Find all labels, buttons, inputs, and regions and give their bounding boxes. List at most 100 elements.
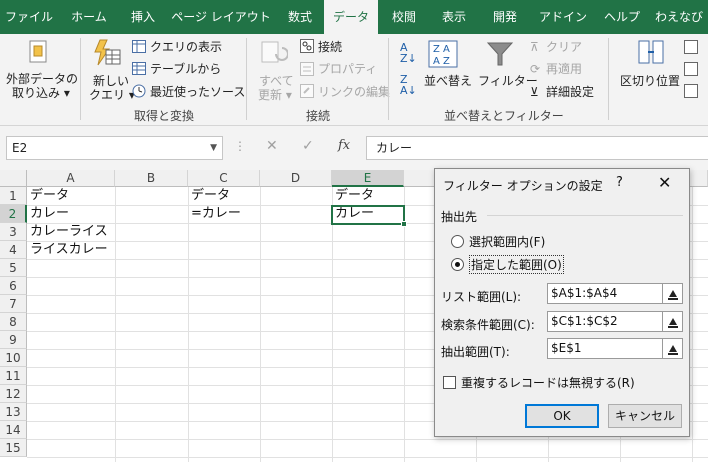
new-query-label-2: クエリ ▾ bbox=[89, 88, 135, 102]
group-label-get-transform: 取得と変換 bbox=[134, 109, 195, 123]
clear-label: クリア bbox=[546, 40, 583, 54]
properties-icon bbox=[300, 62, 314, 76]
formula-input[interactable]: カレー bbox=[366, 136, 708, 160]
column-header-a[interactable]: A bbox=[27, 170, 115, 187]
list-range-collapse-button[interactable] bbox=[663, 283, 683, 304]
name-box[interactable]: E2 ▼ bbox=[6, 136, 223, 160]
tab-developer[interactable]: 開発 bbox=[478, 0, 532, 34]
tab-review[interactable]: 校閲 bbox=[378, 0, 430, 34]
connections-icon bbox=[300, 39, 314, 53]
insert-function-icon[interactable]: fx bbox=[338, 138, 350, 153]
remove-duplicates-icon[interactable] bbox=[684, 62, 698, 76]
dialog-title: フィルター オプションの設定 bbox=[443, 179, 603, 193]
new-query-label-1: 新しい bbox=[93, 74, 130, 88]
group-separator bbox=[246, 38, 247, 120]
text-to-columns-icon bbox=[638, 40, 664, 64]
group-separator bbox=[80, 38, 81, 120]
action-group-label: 抽出先 bbox=[441, 210, 478, 224]
tab-file[interactable]: ファイル bbox=[0, 0, 58, 34]
new-query-icon bbox=[94, 39, 121, 66]
tab-home[interactable]: ホーム bbox=[58, 0, 120, 34]
ok-button[interactable]: OK bbox=[525, 404, 599, 428]
text-to-columns-label: 区切り位置 bbox=[620, 74, 681, 88]
help-button[interactable]: ? bbox=[616, 175, 623, 190]
tab-addins[interactable]: アドイン bbox=[532, 0, 594, 34]
funnel-icon bbox=[486, 42, 514, 66]
column-header-e[interactable]: E bbox=[332, 170, 404, 187]
sort-ascending-icon: A Z↓ bbox=[400, 41, 417, 65]
row-header-8[interactable]: 8 bbox=[0, 313, 27, 331]
criteria-range-input[interactable]: $C$1:$C$2 bbox=[547, 311, 663, 332]
column-header-c[interactable]: C bbox=[188, 170, 260, 187]
radio-button[interactable] bbox=[451, 235, 464, 248]
row-header-3[interactable]: 3 bbox=[0, 223, 27, 241]
show-queries-label: クエリの表示 bbox=[150, 40, 223, 54]
cancel-formula-icon[interactable]: ✕ bbox=[266, 138, 278, 154]
criteria-range-collapse-button[interactable] bbox=[663, 311, 683, 332]
formula-bar-grip-icon[interactable]: ⋮ bbox=[234, 139, 246, 153]
flash-fill-icon[interactable] bbox=[684, 40, 698, 54]
group-divider bbox=[487, 215, 683, 216]
refresh-all-label-2: 更新 ▾ bbox=[258, 88, 292, 102]
tab-page-layout[interactable]: ページ レイアウト bbox=[166, 0, 276, 34]
row-header-10[interactable]: 10 bbox=[0, 349, 27, 367]
cell-a3[interactable]: カレーライス bbox=[27, 223, 108, 241]
clock-icon bbox=[132, 84, 146, 98]
list-range-label: リスト範囲(L): bbox=[441, 290, 522, 304]
close-icon[interactable]: ✕ bbox=[658, 173, 671, 192]
row-header-12[interactable]: 12 bbox=[0, 385, 27, 403]
advanced-filter-label: 詳細設定 bbox=[546, 85, 595, 99]
copy-to-collapse-button[interactable] bbox=[663, 338, 683, 359]
row-header-6[interactable]: 6 bbox=[0, 277, 27, 295]
collapse-dialog-icon bbox=[668, 345, 678, 355]
row-header-9[interactable]: 9 bbox=[0, 331, 27, 349]
name-box-value: E2 bbox=[12, 141, 28, 155]
unique-records-checkbox[interactable]: 重複するレコードは無視する(R) bbox=[443, 374, 635, 391]
fill-handle[interactable] bbox=[401, 221, 407, 227]
database-icon bbox=[29, 40, 47, 63]
cell-e1[interactable]: データ bbox=[332, 187, 374, 205]
radio-copy-to-location[interactable]: 指定した範囲(O) bbox=[451, 255, 564, 274]
select-all-corner[interactable] bbox=[0, 170, 27, 187]
column-header-b[interactable]: B bbox=[115, 170, 188, 187]
row-header-5[interactable]: 5 bbox=[0, 259, 27, 277]
tab-data[interactable]: データ bbox=[324, 0, 378, 34]
cell-a2[interactable]: カレー bbox=[27, 205, 69, 223]
table-icon bbox=[132, 40, 146, 53]
tab-formulas[interactable]: 数式 bbox=[276, 0, 324, 34]
group-label-sort-filter: 並べ替えとフィルター bbox=[444, 109, 564, 123]
gridline bbox=[27, 457, 708, 458]
row-header-2[interactable]: 2 bbox=[0, 205, 27, 223]
radio-filter-in-place[interactable]: 選択範囲内(F) bbox=[451, 233, 545, 250]
row-header-14[interactable]: 14 bbox=[0, 421, 27, 439]
radio-button-selected[interactable] bbox=[451, 258, 464, 271]
cell-c1[interactable]: データ bbox=[188, 187, 230, 205]
data-validation-icon[interactable] bbox=[684, 84, 698, 98]
enter-formula-icon[interactable]: ✓ bbox=[302, 138, 314, 154]
cancel-button[interactable]: キャンセル bbox=[608, 404, 682, 428]
tab-help[interactable]: ヘルプ bbox=[594, 0, 650, 34]
list-range-input[interactable]: $A$1:$A$4 bbox=[547, 283, 663, 304]
svg-text:Z A: Z A bbox=[433, 44, 450, 55]
row-header-15[interactable]: 15 bbox=[0, 439, 27, 457]
edit-links-label: リンクの編集 bbox=[318, 85, 391, 99]
row-header-4[interactable]: 4 bbox=[0, 241, 27, 259]
tab-view[interactable]: 表示 bbox=[430, 0, 478, 34]
filter-label: フィルター bbox=[478, 74, 538, 88]
connections-label: 接続 bbox=[318, 40, 343, 54]
cell-a4[interactable]: ライスカレー bbox=[27, 241, 108, 259]
cell-c2[interactable]: =カレー bbox=[188, 205, 241, 223]
copy-to-input[interactable]: $E$1 bbox=[547, 338, 663, 359]
tab-waenavi[interactable]: わえなび bbox=[650, 0, 708, 34]
formula-bar: E2 ▼ ⋮ ✕ ✓ fx カレー bbox=[0, 126, 708, 170]
ribbon-tab-bar: ファイル ホーム 挿入 ページ レイアウト 数式 データ 校閲 表示 開発 アド… bbox=[0, 0, 708, 34]
column-header-d[interactable]: D bbox=[260, 170, 332, 187]
chevron-down-icon[interactable]: ▼ bbox=[210, 137, 217, 159]
tab-insert[interactable]: 挿入 bbox=[120, 0, 166, 34]
checkbox[interactable] bbox=[443, 376, 456, 389]
cell-a1[interactable]: データ bbox=[27, 187, 69, 205]
row-header-7[interactable]: 7 bbox=[0, 295, 27, 313]
row-header-1[interactable]: 1 bbox=[0, 187, 27, 205]
row-header-11[interactable]: 11 bbox=[0, 367, 27, 385]
row-header-13[interactable]: 13 bbox=[0, 403, 27, 421]
